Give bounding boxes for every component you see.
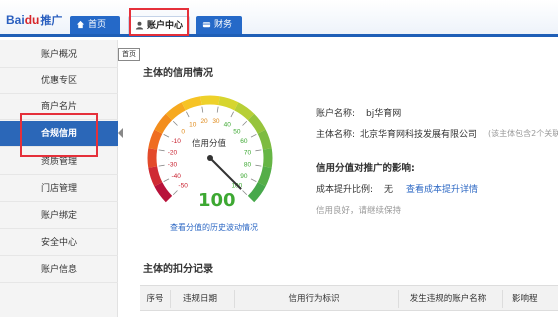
gauge-tick-label: 40 <box>224 122 232 129</box>
gauge-tick <box>172 190 178 196</box>
highlight-box-tab <box>129 8 189 36</box>
gauge-tick <box>250 178 257 182</box>
gauge-arc-segment <box>154 113 173 134</box>
top-bar: Baidu推广 首页 账户中心 财务 <box>0 0 558 37</box>
cost-value: 无 <box>384 185 394 195</box>
gauge-arc-segment <box>154 182 173 203</box>
logo-tag: 推广 <box>40 15 63 27</box>
gauge-arc-segment <box>148 129 163 150</box>
gauge-arc-segment <box>200 95 220 106</box>
col-behavior: 信用行为标识 <box>288 294 340 304</box>
gauge-pivot <box>207 155 213 161</box>
gauge-tick <box>172 120 178 126</box>
tab-finance-label: 财务 <box>214 20 233 30</box>
gauge-arc-segment <box>147 148 158 168</box>
gauge-tick-label: 0 <box>181 129 185 136</box>
status-text: 信用良好，请继续保持 <box>316 206 402 216</box>
account-name-label: 账户名称: <box>316 109 356 119</box>
baidu-logo[interactable]: Baidu推广 <box>6 12 62 28</box>
gauge-tick-label: -20 <box>168 150 178 157</box>
sidebar-item-overview[interactable]: 账户概况 <box>0 42 118 68</box>
deduction-table-header: 序号 违规日期 信用行为标识 发生违规的账户名称 影响程 <box>140 285 558 311</box>
gauge-arc-segment <box>165 102 186 121</box>
sidebar: 账户概况 优惠专区 商户名片 合规信用 资质管理 门店管理 账户绑定 安全中心 … <box>0 40 118 317</box>
sidebar-item-stores[interactable]: 门店管理 <box>0 176 118 202</box>
gauge-tick <box>242 190 248 196</box>
logo-text: Bai <box>6 13 25 27</box>
sidebar-collapse-arrow[interactable] <box>118 128 123 138</box>
wallet-icon <box>202 22 211 28</box>
tooltip: 首页 <box>118 48 140 61</box>
gauge-tick-label: 20 <box>200 118 208 125</box>
col-account: 发生违规的账户名称 <box>409 294 487 304</box>
sidebar-item-account-binding[interactable]: 账户绑定 <box>0 203 118 229</box>
entity-name-value: 北京华育网科技发展有限公司 <box>360 130 478 140</box>
gauge-tick-labels: -50-40-30-20-100102030405060708090100 <box>168 118 252 189</box>
tab-home[interactable]: 首页 <box>70 16 120 34</box>
gauge-tick <box>255 149 262 152</box>
gauge-tick <box>163 178 170 182</box>
gauge-tick-label: 30 <box>212 118 220 125</box>
gauge-tick <box>163 134 170 138</box>
gauge-arc-segment <box>181 96 202 111</box>
gauge-arc-segment <box>218 96 239 111</box>
credit-section-title: 主体的信用情况 <box>143 68 213 79</box>
tab-home-label: 首页 <box>88 20 107 30</box>
col-date: 违规日期 <box>182 294 217 304</box>
col-impact: 影响程 <box>512 294 538 304</box>
gauge-tick-label: -50 <box>178 182 188 189</box>
gauge-needle <box>209 157 242 190</box>
history-link[interactable]: 查看分值的历史波动情况 <box>170 222 258 233</box>
gauge-tick-label: 50 <box>233 129 241 136</box>
gauge-tick <box>216 106 219 113</box>
gauge-arc-segment <box>234 102 255 121</box>
gauge-tick <box>230 111 234 118</box>
gauge-tick <box>158 164 165 167</box>
sidebar-item-promotions[interactable]: 优惠专区 <box>0 68 118 94</box>
col-index: 序号 <box>146 294 164 304</box>
gauge-tick <box>201 106 204 113</box>
account-name-value: bj华育网 <box>366 109 402 119</box>
credit-score: 100 <box>198 190 236 211</box>
tab-finance[interactable]: 财务 <box>196 16 242 34</box>
highlight-box-sidebar <box>20 113 98 157</box>
deduction-section-title: 主体的扣分记录 <box>143 264 213 275</box>
gauge-arc-segment <box>257 166 272 187</box>
gauge-tick <box>250 134 257 138</box>
logo-paw: du <box>24 13 40 27</box>
gauge-arc-segment <box>247 113 266 134</box>
gauge-tick <box>158 149 165 152</box>
gauge-tick-label: 10 <box>189 122 197 129</box>
gauge-tick-label: -10 <box>171 138 181 145</box>
gauge-arc-segment <box>257 129 272 150</box>
gauge-tick-label: -40 <box>171 173 181 180</box>
gauge-tick <box>255 164 262 167</box>
entity-note: (该主体包含2个关联 <box>488 129 558 138</box>
gauge-tick-label: 70 <box>244 150 252 157</box>
sidebar-item-security[interactable]: 安全中心 <box>0 230 118 256</box>
cost-detail-link[interactable]: 查看成本提升详情 <box>406 182 478 195</box>
gauge-tick-label: 80 <box>244 161 252 168</box>
gauge-arc-segment <box>262 148 273 168</box>
entity-name-label: 主体名称: <box>316 130 356 140</box>
gauge-tick-label: -30 <box>168 161 178 168</box>
gauge-tick <box>242 120 248 126</box>
gauge-title: 信用分值 <box>192 139 227 149</box>
impact-title: 信用分值对推广的影响: <box>316 163 415 174</box>
sidebar-item-account-info[interactable]: 账户信息 <box>0 257 118 283</box>
gauge-arc-segment <box>247 182 266 203</box>
gauge-tick-label: 90 <box>240 173 248 180</box>
gauge-arc-segment <box>148 166 163 187</box>
gauge-tick <box>186 111 190 118</box>
gauge-tick-label: 60 <box>240 138 248 145</box>
cost-label: 成本提升比例: <box>316 185 374 195</box>
home-icon <box>76 20 85 29</box>
